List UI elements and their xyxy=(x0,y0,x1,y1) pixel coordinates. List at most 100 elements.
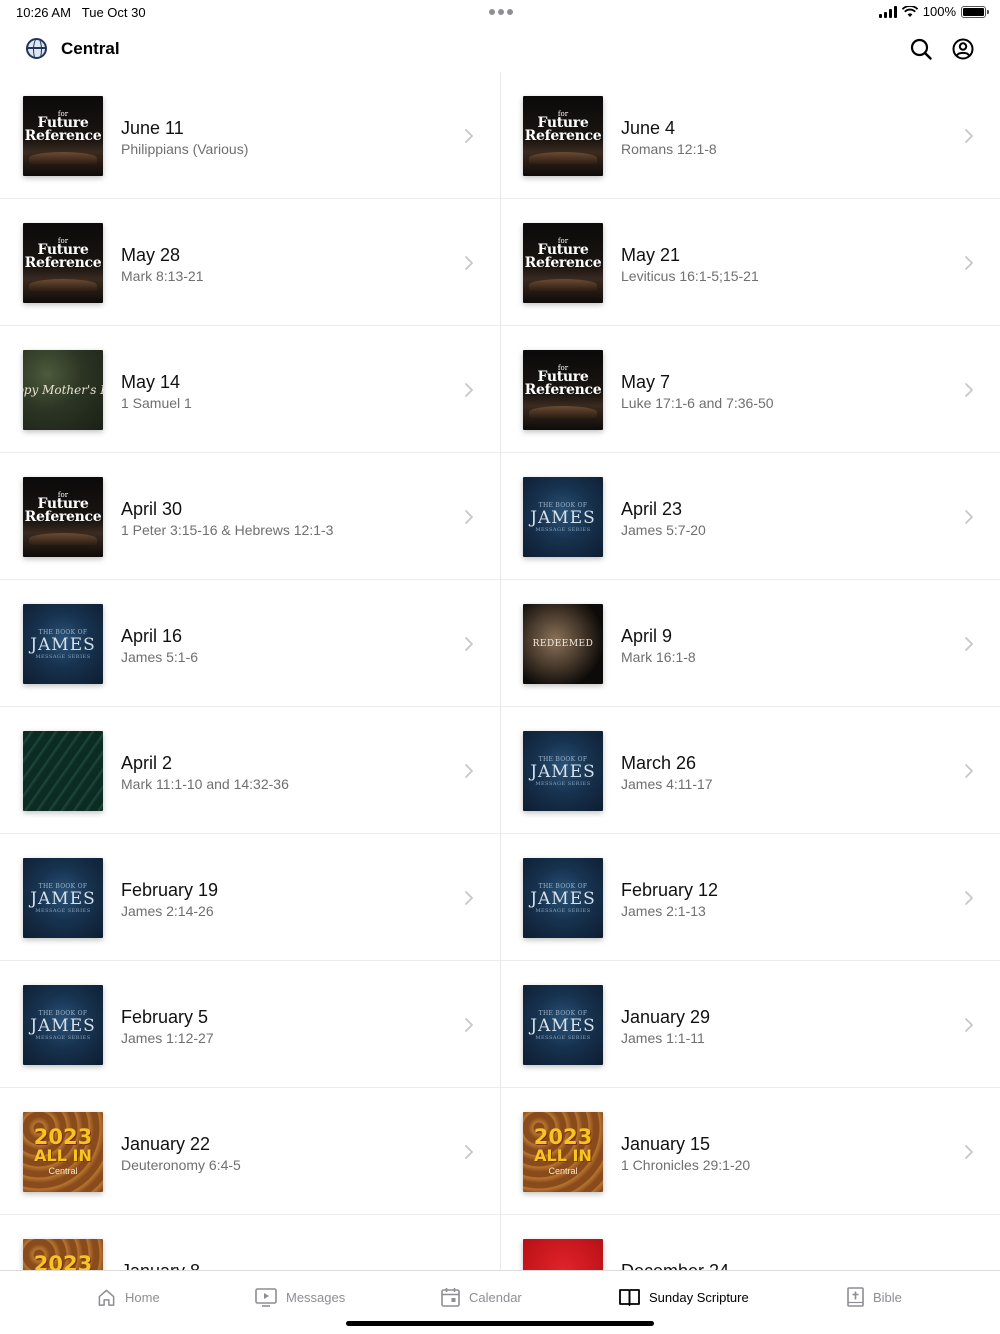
thumb-line3: MESSAGE SERIES xyxy=(535,1034,591,1041)
sermon-item[interactable]: for Future Reference April 30 1 Peter 3:15-1… xyxy=(0,453,500,580)
thumb-line1: REDEEMED xyxy=(532,639,594,649)
sermon-item[interactable]: for Future Reference June 11 Philippians (Va… xyxy=(0,72,500,199)
app-header: Central xyxy=(0,24,1000,72)
sermon-item[interactable]: 2023 ALL IN Central January 15 1 Chronicles … xyxy=(500,1088,1000,1215)
sermon-thumbnail: 2023ALL INCentral xyxy=(523,1112,603,1192)
chevron-right-icon xyxy=(465,764,473,778)
chevron-right-icon xyxy=(965,510,973,524)
tab-messages-label: Messages xyxy=(286,1289,346,1305)
tab-home[interactable]: Home xyxy=(97,1285,160,1309)
sermon-date: January 22 xyxy=(121,1134,211,1154)
page-title: Central xyxy=(61,38,120,58)
chevron-right-icon xyxy=(465,1018,473,1032)
thumb-line2: Reference xyxy=(524,255,602,271)
wifi-icon xyxy=(901,5,918,17)
status-bar: 10:26 AM Tue Oct 30 100% xyxy=(0,0,1000,24)
sermon-date: March 26 xyxy=(621,753,697,773)
calendar-icon xyxy=(441,1288,460,1307)
tab-messages[interactable]: Messages xyxy=(255,1285,345,1309)
thumb-line2: JAMES xyxy=(30,634,96,655)
sermon-item[interactable]: THE BOOK OF JAMES MESSAGE SERIES February 1… xyxy=(500,834,1000,961)
tab-bible[interactable]: Bible xyxy=(847,1285,902,1309)
sermon-item[interactable]: THE BOOK OF JAMES MESSAGE SERIES February 1… xyxy=(0,834,500,961)
open-book-image xyxy=(529,152,597,164)
sermon-item[interactable]: 2023 ALL IN Central January 22 Deuteronomy 6… xyxy=(0,1088,500,1215)
sermon-scripture: James 4:11-17 xyxy=(621,776,713,792)
sermon-date: January 15 xyxy=(621,1134,711,1154)
chevron-right-icon xyxy=(965,637,973,651)
chevron-right-icon xyxy=(965,891,973,905)
sermon-scripture: 1 Samuel 1 xyxy=(121,395,192,411)
sermon-item[interactable]: ppy Mother's D May 14 1 Samuel 1 xyxy=(0,326,500,453)
sermon-thumbnail: for Future Reference xyxy=(523,223,603,303)
thumb-line3: MESSAGE SERIES xyxy=(35,653,91,660)
sermon-scripture: James 5:7-20 xyxy=(621,522,706,538)
sermon-date: June 11 xyxy=(121,118,184,138)
home-indicator[interactable] xyxy=(346,1321,654,1326)
sermon-thumbnail xyxy=(23,731,103,811)
thumb-line2: JAMES xyxy=(530,507,596,528)
sermon-date: April 23 xyxy=(621,499,683,519)
sermon-date: February 5 xyxy=(121,1007,209,1027)
sermon-thumbnail: for Future Reference xyxy=(23,96,103,176)
account-icon[interactable] xyxy=(952,38,974,60)
chevron-right-icon xyxy=(465,383,473,397)
sermon-scripture: James 2:1-13 xyxy=(621,903,706,919)
thumb-line3: MESSAGE SERIES xyxy=(35,907,91,914)
thumb-line2: ALL IN xyxy=(34,1146,92,1165)
tab-calendar-label: Calendar xyxy=(469,1289,522,1305)
thumb-line2: JAMES xyxy=(530,761,596,782)
chevron-right-icon xyxy=(965,1018,973,1032)
signal-icon xyxy=(878,5,897,18)
sermon-item[interactable]: THE BOOK OF JAMES MESSAGE SERIES March 26 Ja… xyxy=(500,707,1000,834)
sermon-date: April 30 xyxy=(121,499,183,519)
sermon-date: April 16 xyxy=(121,626,183,646)
search-icon[interactable] xyxy=(910,38,932,60)
thumb-line2: Reference xyxy=(24,255,102,271)
sermon-date: April 2 xyxy=(121,753,173,773)
tab-sunday-scripture-label: Sunday Scripture xyxy=(649,1289,749,1305)
sermon-scripture: Mark 8:13-21 xyxy=(121,268,204,284)
sermon-item[interactable]: for Future Reference May 7 Luke 17:1-6 and 7… xyxy=(500,326,1000,453)
sermon-date: February 19 xyxy=(121,880,219,900)
sermon-date: February 12 xyxy=(621,880,719,900)
tab-bible-label: Bible xyxy=(873,1289,902,1305)
sermon-scripture: Romans 12:1-8 xyxy=(621,141,717,157)
brand[interactable]: Central xyxy=(26,38,120,59)
tab-sunday-scripture[interactable]: Sunday Scripture xyxy=(619,1285,749,1309)
sermon-item[interactable]: 2023ALL INCentral January 8 xyxy=(0,1215,500,1270)
sermon-item[interactable]: THE BOOK OF JAMES MESSAGE SERIES April 16 Ja… xyxy=(0,580,500,707)
sermon-date: January 8 xyxy=(121,1261,200,1270)
sermon-item[interactable]: for Future Reference June 4 Romans 12:1-8 xyxy=(500,72,1000,199)
multitasking-dots-icon[interactable] xyxy=(489,9,513,15)
chevron-right-icon xyxy=(465,510,473,524)
sermon-item[interactable]: December 24 xyxy=(500,1215,1000,1270)
thumb-line3: Central xyxy=(548,1166,578,1176)
sermon-thumbnail: 2023ALL INCentral xyxy=(23,1239,103,1270)
sermon-thumbnail: THE BOOK OF JAMES MESSAGE SERIES xyxy=(23,985,103,1065)
sermon-item[interactable]: for Future Reference May 21 Leviticus 16:1-5… xyxy=(500,199,1000,326)
sermon-date: May 7 xyxy=(621,372,671,392)
sermon-thumbnail: for Future Reference xyxy=(23,223,103,303)
thumb-line3: MESSAGE SERIES xyxy=(535,526,591,533)
open-book-image xyxy=(529,406,597,418)
sermon-item[interactable]: for Future Reference May 28 Mark 8:13-21 xyxy=(0,199,500,326)
sermon-thumbnail: THE BOOK OF JAMES MESSAGE SERIES xyxy=(523,985,603,1065)
sermon-thumbnail: THE BOOK OF JAMES MESSAGE SERIES xyxy=(523,477,603,557)
tab-home-label: Home xyxy=(125,1289,160,1305)
sermon-item[interactable]: REDEEMED April 9 Mark 16:1-8 xyxy=(500,580,1000,707)
chevron-right-icon xyxy=(965,1145,973,1159)
sermon-item[interactable]: THE BOOK OF JAMES MESSAGE SERIES February 5… xyxy=(0,961,500,1088)
sermon-grid[interactable]: for Future Reference June 11 Philippians (Va… xyxy=(0,72,1000,1270)
chevron-right-icon xyxy=(965,256,973,270)
open-book-image xyxy=(29,533,97,545)
sermon-item[interactable]: THE BOOK OF JAMES MESSAGE SERIES April 23 Ja… xyxy=(500,453,1000,580)
sermon-item[interactable]: THE BOOK OF JAMES MESSAGE SERIES January 29… xyxy=(500,961,1000,1088)
sermon-date: December 24 xyxy=(621,1261,729,1270)
sermon-item[interactable]: April 2 Mark 11:1-10 and 14:32-36 xyxy=(0,707,500,834)
thumb-line1: 2023 xyxy=(33,1125,93,1149)
chevron-right-icon xyxy=(965,383,973,397)
thumb-line3: MESSAGE SERIES xyxy=(35,1034,91,1041)
thumb-line3: MESSAGE SERIES xyxy=(535,780,591,787)
tab-calendar[interactable]: Calendar xyxy=(441,1285,522,1309)
